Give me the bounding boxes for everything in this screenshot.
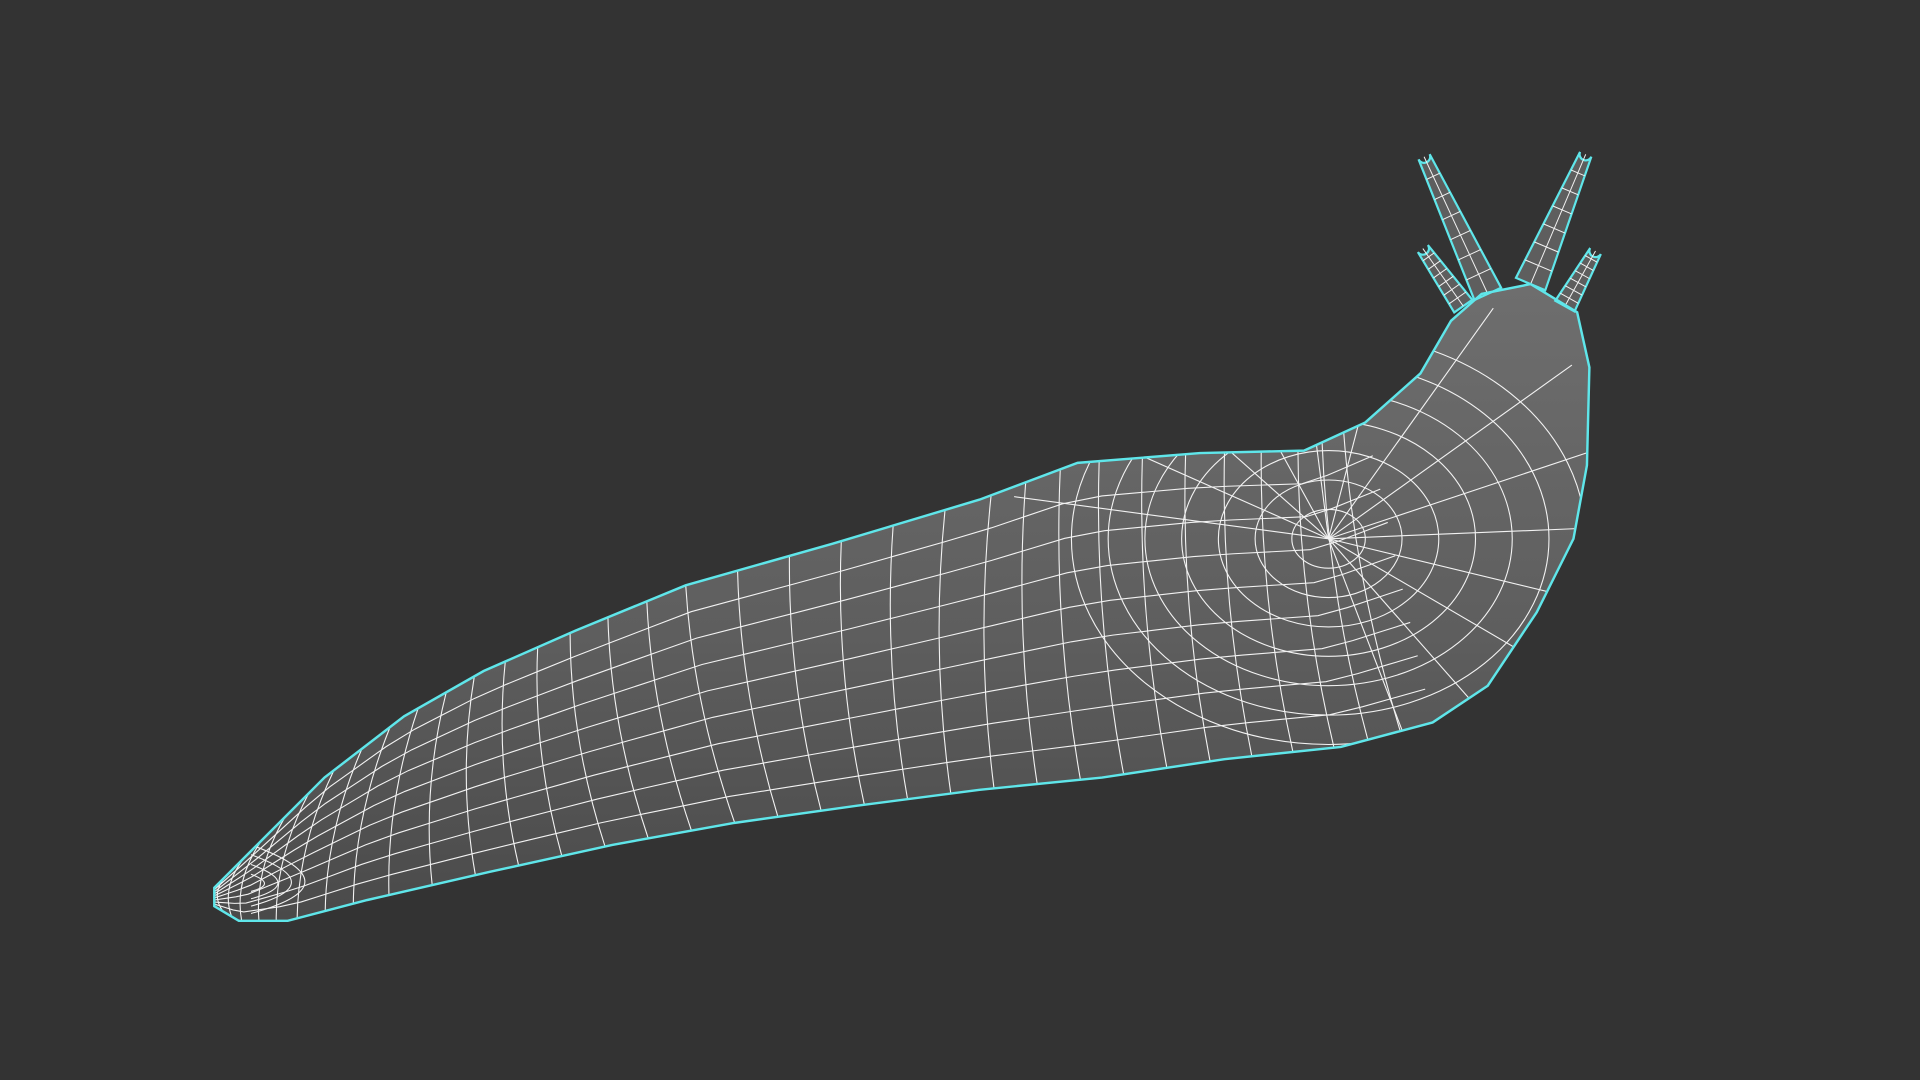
slug-mesh[interactable]	[213, 151, 1646, 923]
tentacle-edge-spine	[1530, 154, 1587, 285]
slug-body-surface[interactable]	[214, 284, 1590, 921]
3d-viewport[interactable]	[0, 0, 1920, 1080]
viewport-canvas[interactable]	[0, 0, 1920, 1080]
upper-left-tentacle[interactable]	[1417, 153, 1503, 302]
